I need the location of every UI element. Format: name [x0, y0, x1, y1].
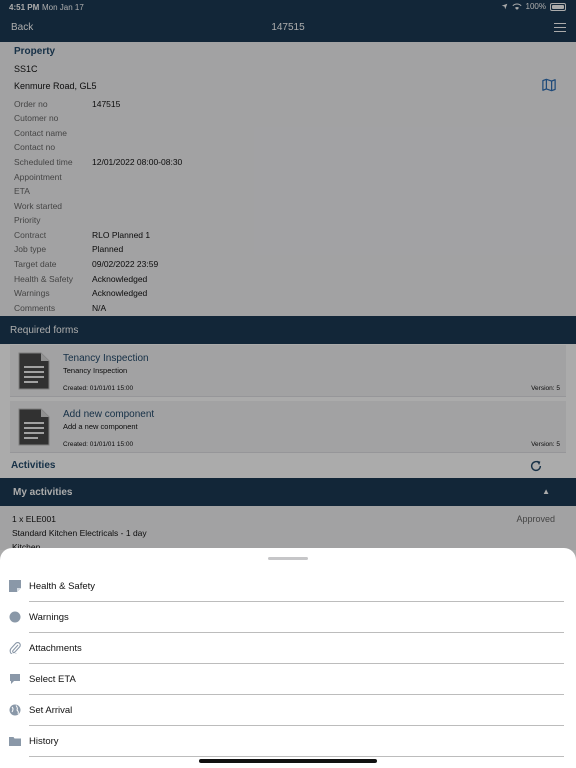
sheet-item-label: Health & Safety [29, 581, 96, 592]
sheet-item-label: Select ETA [29, 674, 76, 685]
sheet-item-health-safety[interactable]: Health & Safety [0, 571, 576, 602]
sheet-item-label: Warnings [29, 612, 69, 623]
circle-icon [9, 611, 21, 623]
chat-bubble-icon [10, 674, 20, 684]
home-indicator[interactable] [199, 759, 377, 763]
paperclip-icon [9, 642, 21, 654]
sheet-item-set-arrival[interactable]: Set Arrival [0, 695, 576, 726]
sheet-item-attachments[interactable]: Attachments [0, 633, 576, 664]
sheet-grabber[interactable] [268, 557, 308, 560]
sheet-item-history[interactable]: History [0, 726, 576, 757]
separator [29, 756, 564, 757]
folder-icon [9, 737, 21, 746]
sheet-item-select-eta[interactable]: Select ETA [0, 664, 576, 695]
action-sheet: Health & Safety Warnings Attachments Sel… [0, 548, 576, 768]
note-icon [9, 580, 21, 592]
sheet-item-label: Set Arrival [29, 705, 73, 716]
sheet-item-label: Attachments [29, 643, 82, 654]
sheet-item-label: History [29, 736, 59, 747]
globe-icon [9, 704, 21, 716]
sheet-item-warnings[interactable]: Warnings [0, 602, 576, 633]
